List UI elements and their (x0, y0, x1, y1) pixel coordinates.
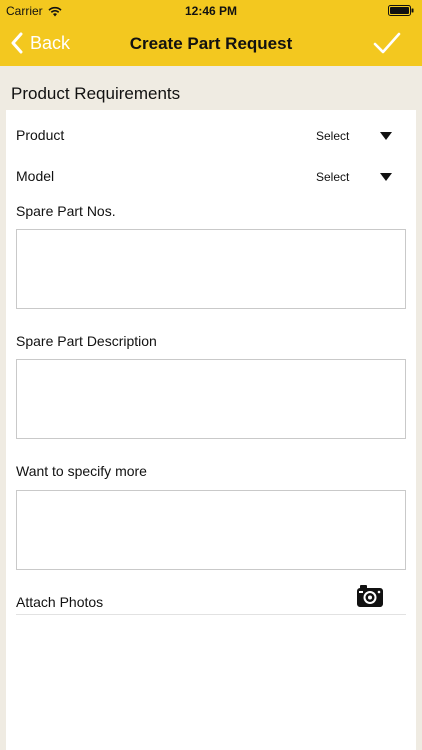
battery-icon (388, 5, 414, 16)
page-title: Create Part Request (129, 34, 293, 53)
section-title: Product Requirements (11, 84, 181, 103)
checkmark-icon[interactable] (372, 30, 402, 58)
spare-part-nos-label: Spare Part Nos. (16, 203, 116, 219)
divider (16, 614, 406, 615)
form-card: Product Select Model Select Spare Part N… (6, 110, 416, 750)
status-time: 12:46 PM (184, 4, 238, 18)
product-select-value: Select (316, 129, 350, 143)
product-label: Product (16, 127, 65, 143)
screen: Carrier 12:46 PM Back Create Part Reques… (0, 0, 422, 750)
spare-part-description-input[interactable] (16, 359, 406, 439)
triangle-down-icon (380, 132, 392, 140)
status-bar: Carrier 12:46 PM (0, 0, 422, 22)
header: Carrier 12:46 PM Back Create Part Reques… (0, 0, 422, 66)
specify-more-label: Want to specify more (16, 463, 147, 479)
triangle-down-icon (380, 173, 392, 181)
spare-part-description-label: Spare Part Description (16, 333, 157, 349)
attach-photos-label: Attach Photos (16, 594, 104, 610)
camera-icon[interactable] (356, 584, 384, 608)
model-select-value: Select (316, 170, 350, 184)
spare-part-nos-input[interactable] (16, 229, 406, 309)
specify-more-input[interactable] (16, 490, 406, 570)
product-select[interactable]: Select (316, 126, 396, 146)
nav-bar: Back Create Part Request (0, 22, 422, 66)
model-select[interactable]: Select (316, 167, 396, 187)
model-label: Model (16, 168, 55, 184)
